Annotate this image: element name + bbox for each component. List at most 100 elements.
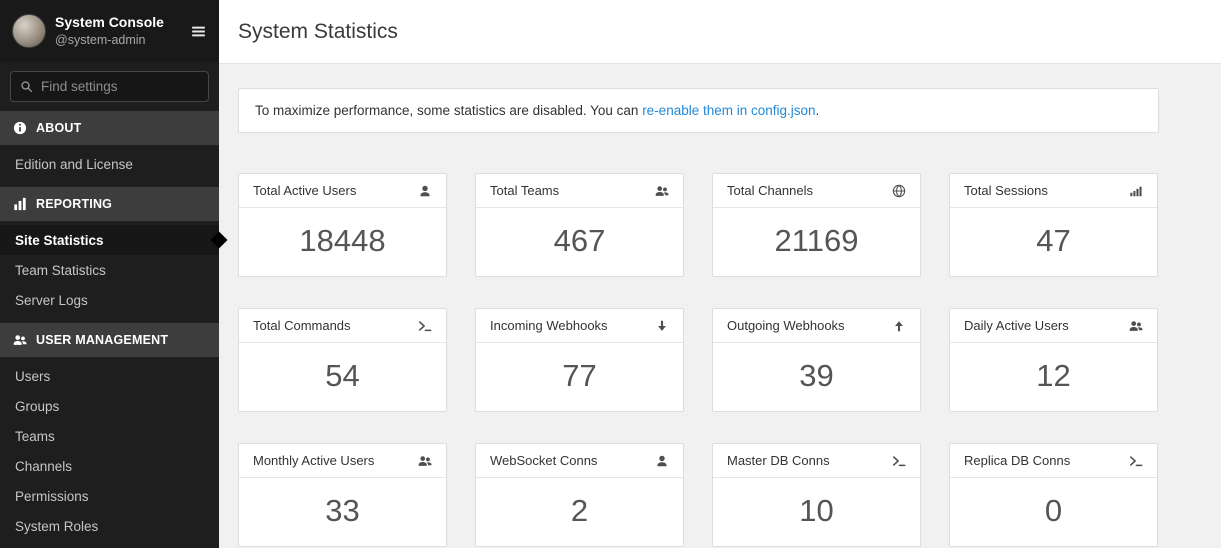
stat-label: Replica DB Conns xyxy=(964,453,1070,468)
page-header: System Statistics xyxy=(219,0,1221,64)
admin-username: @system-admin xyxy=(55,32,181,49)
notice-text-suffix: . xyxy=(816,103,820,118)
stat-value: 21169 xyxy=(713,208,920,276)
stat-value: 47 xyxy=(950,208,1157,276)
sidebar-item-teams[interactable]: Teams xyxy=(0,421,219,451)
stat-card-total-teams: Total Teams 467 xyxy=(475,173,684,277)
stat-card-replica-db-conns: Replica DB Conns 0 xyxy=(949,443,1158,547)
stat-label: Incoming Webhooks xyxy=(490,318,608,333)
stat-value: 10 xyxy=(713,478,920,546)
stat-card-header: Total Teams xyxy=(476,174,683,208)
users-icon xyxy=(13,333,27,347)
stat-card-incoming-webhooks: Incoming Webhooks 77 xyxy=(475,308,684,412)
notice-text: To maximize performance, some statistics… xyxy=(255,103,642,118)
stat-card-header: Total Commands xyxy=(239,309,446,343)
section-label: ABOUT xyxy=(36,121,81,135)
sidebar-item-permissions[interactable]: Permissions xyxy=(0,481,219,511)
stat-card-header: Daily Active Users xyxy=(950,309,1157,343)
stat-card-header: Replica DB Conns xyxy=(950,444,1157,478)
sidebar-item-users[interactable]: Users xyxy=(0,361,219,391)
stat-value: 77 xyxy=(476,343,683,411)
stat-value: 54 xyxy=(239,343,446,411)
terminal-icon xyxy=(892,454,906,468)
console-title: System Console xyxy=(55,13,181,32)
stat-value: 12 xyxy=(950,343,1157,411)
section-label: REPORTING xyxy=(36,197,112,211)
globe-icon xyxy=(892,184,906,198)
stat-label: Master DB Conns xyxy=(727,453,830,468)
stat-card-total-commands: Total Commands 54 xyxy=(238,308,447,412)
find-settings-input[interactable] xyxy=(41,79,199,94)
config-json-link[interactable]: re-enable them in config.json xyxy=(642,103,815,118)
stat-value: 33 xyxy=(239,478,446,546)
stat-card-header: Incoming Webhooks xyxy=(476,309,683,343)
main-panel: System Statistics To maximize performanc… xyxy=(219,0,1221,548)
signal-bars-icon xyxy=(1129,184,1143,198)
sidebar-nav: ABOUT Edition and License REPORTING Site St… xyxy=(0,111,219,548)
bar-chart-icon xyxy=(13,197,27,211)
terminal-icon xyxy=(418,319,432,333)
stat-label: Daily Active Users xyxy=(964,318,1069,333)
stat-value: 467 xyxy=(476,208,683,276)
stat-card-header: Total Channels xyxy=(713,174,920,208)
sidebar-titles: System Console @system-admin xyxy=(55,13,181,49)
hamburger-menu-icon xyxy=(190,23,207,40)
stat-card-daily-active-users: Daily Active Users 12 xyxy=(949,308,1158,412)
search-icon xyxy=(20,80,33,93)
stat-card-master-db-conns: Master DB Conns 10 xyxy=(712,443,921,547)
info-icon xyxy=(13,121,27,135)
stat-card-header: Outgoing Webhooks xyxy=(713,309,920,343)
sidebar-item-team-statistics[interactable]: Team Statistics xyxy=(0,255,219,285)
stat-card-header: Total Active Users xyxy=(239,174,446,208)
admin-sidebar: System Console @system-admin ABOUT Editio… xyxy=(0,0,219,548)
avatar[interactable] xyxy=(12,14,46,48)
hamburger-menu-button[interactable] xyxy=(190,23,207,40)
sidebar-item-groups[interactable]: Groups xyxy=(0,391,219,421)
arrow-up-icon xyxy=(892,319,906,333)
user-icon xyxy=(655,454,669,468)
stat-card-header: Monthly Active Users xyxy=(239,444,446,478)
stat-value: 18448 xyxy=(239,208,446,276)
stat-card-outgoing-webhooks: Outgoing Webhooks 39 xyxy=(712,308,921,412)
stat-card-total-sessions: Total Sessions 47 xyxy=(949,173,1158,277)
stats-grid: Total Active Users18448Total Teams467Tot… xyxy=(238,173,1202,547)
sidebar-item-channels[interactable]: Channels xyxy=(0,451,219,481)
sidebar-item-system-roles[interactable]: System Roles xyxy=(0,511,219,541)
stat-value: 2 xyxy=(476,478,683,546)
stat-card-monthly-active-users: Monthly Active Users 33 xyxy=(238,443,447,547)
stat-label: Outgoing Webhooks xyxy=(727,318,845,333)
stat-label: Monthly Active Users xyxy=(253,453,374,468)
sidebar-item-server-logs[interactable]: Server Logs xyxy=(0,285,219,315)
sidebar-header: System Console @system-admin xyxy=(0,0,219,62)
stat-label: Total Active Users xyxy=(253,183,356,198)
stat-card-header: WebSocket Conns xyxy=(476,444,683,478)
stat-card-websocket-conns: WebSocket Conns 2 xyxy=(475,443,684,547)
stat-label: Total Commands xyxy=(253,318,351,333)
page-title: System Statistics xyxy=(238,20,398,44)
stat-card-total-active-users: Total Active Users 18448 xyxy=(238,173,447,277)
stat-label: Total Channels xyxy=(727,183,813,198)
sidebar-item-site-statistics[interactable]: Site Statistics xyxy=(0,225,219,255)
user-icon xyxy=(418,184,432,198)
users-icon xyxy=(1129,319,1143,333)
users-icon xyxy=(418,454,432,468)
section-label: USER MANAGEMENT xyxy=(36,333,168,347)
section-header-user-management: USER MANAGEMENT xyxy=(0,323,219,357)
search-wrap xyxy=(0,62,219,111)
notice-banner: To maximize performance, some statistics… xyxy=(238,88,1159,133)
arrow-down-icon xyxy=(655,319,669,333)
stat-value: 0 xyxy=(950,478,1157,546)
stat-label: WebSocket Conns xyxy=(490,453,597,468)
stat-card-header: Total Sessions xyxy=(950,174,1157,208)
terminal-icon xyxy=(1129,454,1143,468)
section-header-about: ABOUT xyxy=(0,111,219,145)
stat-card-header: Master DB Conns xyxy=(713,444,920,478)
section-header-reporting: REPORTING xyxy=(0,187,219,221)
content-area: To maximize performance, some statistics… xyxy=(219,64,1221,548)
stat-label: Total Teams xyxy=(490,183,559,198)
sidebar-item-edition-and-license[interactable]: Edition and License xyxy=(0,149,219,179)
stat-value: 39 xyxy=(713,343,920,411)
settings-search-box xyxy=(10,71,209,102)
users-icon xyxy=(655,184,669,198)
stat-label: Total Sessions xyxy=(964,183,1048,198)
